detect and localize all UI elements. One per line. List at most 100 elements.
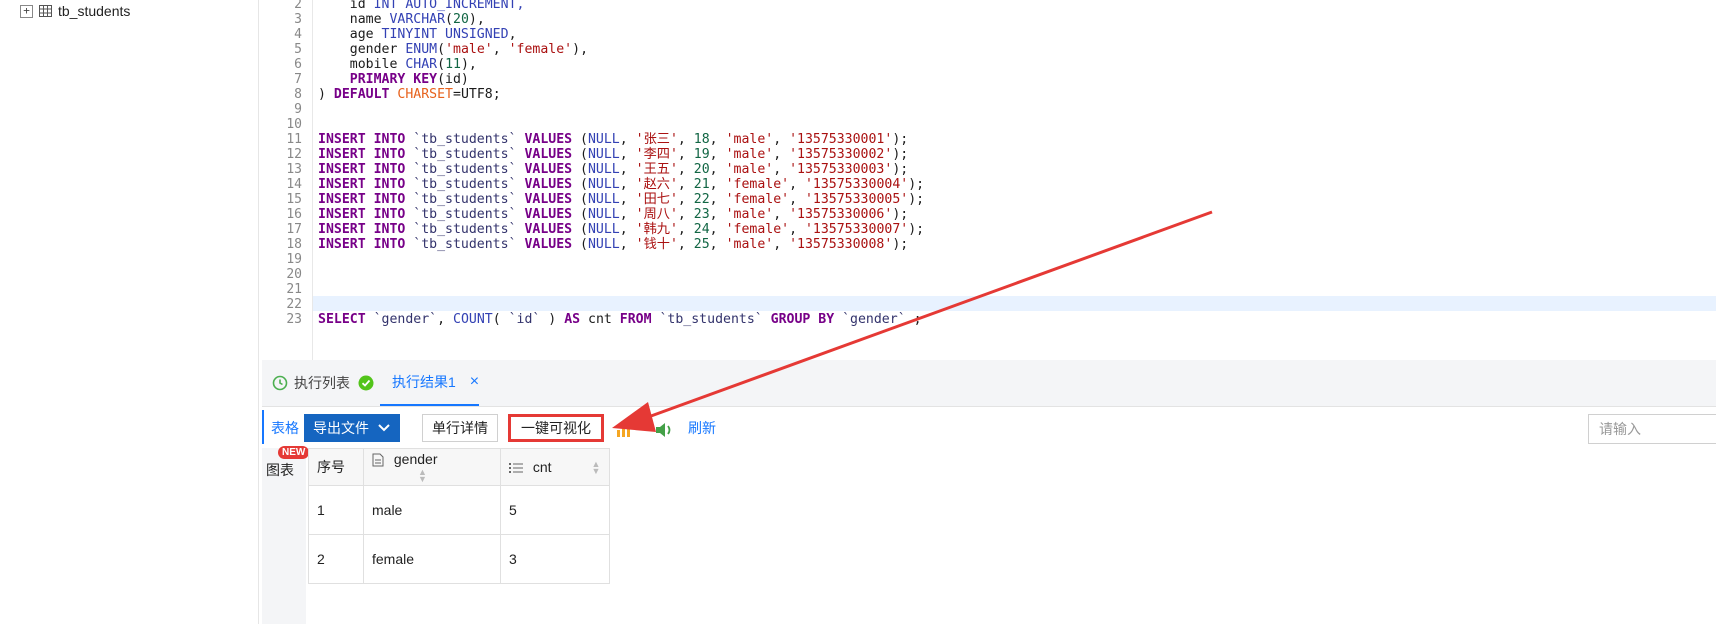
column-header-gender[interactable]: gender ▲ ▼ xyxy=(363,448,501,486)
code-line[interactable]: gender ENUM('male', 'female'), xyxy=(318,42,588,57)
code-token: 25 xyxy=(693,237,710,252)
code-line[interactable]: INSERT INTO `tb_students` VALUES (NULL, … xyxy=(318,222,924,237)
line-number: 12 xyxy=(286,147,302,162)
code-token: , xyxy=(437,312,453,327)
code-token: 'male' xyxy=(725,162,774,177)
code-token: 11 xyxy=(445,57,461,72)
sort-icon[interactable]: ▲ ▼ xyxy=(591,460,600,476)
export-file-button[interactable]: 导出文件 xyxy=(304,414,400,442)
code-token: , xyxy=(773,207,790,222)
code-line[interactable]: INSERT INTO `tb_students` VALUES (NULL, … xyxy=(318,162,908,177)
code-line[interactable]: INSERT INTO `tb_students` VALUES (NULL, … xyxy=(318,132,908,147)
chevron-down-icon xyxy=(378,424,390,432)
tree-item-tb-students[interactable]: + tb_students xyxy=(20,3,130,19)
code-token: id xyxy=(318,0,374,12)
code-token: `tb_students` xyxy=(405,177,525,192)
line-number: 21 xyxy=(286,282,302,297)
code-token: '13575330005' xyxy=(804,192,909,207)
code-token: ), xyxy=(572,42,589,57)
code-token: CHAR xyxy=(405,57,438,72)
one-click-visualize-button[interactable]: 一键可视化 xyxy=(508,414,604,442)
code-token: `gender` xyxy=(834,312,906,327)
code-token: , xyxy=(492,42,509,57)
line-number: 2 xyxy=(294,0,302,12)
code-line[interactable]: INSERT INTO `tb_students` VALUES (NULL, … xyxy=(318,147,908,162)
cell-index[interactable]: 1 xyxy=(308,485,364,535)
code-line[interactable]: ) DEFAULT CHARSET=UTF8; xyxy=(318,87,501,102)
table-header-row: 序号 gender ▲ ▼ cnt ▲ ▼ xyxy=(308,448,610,486)
code-token: 'male' xyxy=(725,147,774,162)
code-token: 'male' xyxy=(725,237,774,252)
code-token: age xyxy=(318,27,382,42)
code-token: ENUM xyxy=(405,42,438,57)
cell-gender[interactable]: female xyxy=(363,534,501,584)
line-number: 17 xyxy=(286,222,302,237)
code-token: ); xyxy=(892,162,909,177)
cell-cnt[interactable]: 3 xyxy=(500,534,610,584)
code-line[interactable]: INSERT INTO `tb_students` VALUES (NULL, … xyxy=(318,237,908,252)
code-token: gender xyxy=(318,42,406,57)
expand-icon[interactable]: + xyxy=(20,4,33,18)
result-search-input[interactable]: 请输入 xyxy=(1588,414,1716,444)
code-token: ); xyxy=(908,222,925,237)
code-token: '田七' xyxy=(635,192,678,207)
line-number: 15 xyxy=(286,192,302,207)
code-token: CHARSET xyxy=(397,87,453,102)
code-line[interactable]: INSERT INTO `tb_students` VALUES (NULL, … xyxy=(318,177,924,192)
cell-cnt[interactable]: 5 xyxy=(500,485,610,535)
tree-item-label: tb_students xyxy=(58,3,131,19)
visualize-chart-icon[interactable] xyxy=(616,422,634,438)
code-token: , xyxy=(789,192,805,207)
code-line[interactable]: name VARCHAR(20), xyxy=(318,12,485,27)
code-token: 'male' xyxy=(725,132,774,147)
table-row[interactable]: 2 female 3 xyxy=(308,534,610,584)
code-token: , xyxy=(773,132,790,147)
code-token: NULL xyxy=(587,162,620,177)
code-token: , xyxy=(619,162,636,177)
code-line[interactable]: id INT AUTO_INCREMENT, xyxy=(318,0,525,12)
single-row-detail-button[interactable]: 单行详情 xyxy=(422,414,498,442)
code-token: cnt xyxy=(580,312,620,327)
code-token: ; xyxy=(905,312,922,327)
code-token: , xyxy=(677,162,694,177)
code-token: 20 xyxy=(453,12,469,27)
line-number: 22 xyxy=(286,297,302,312)
table-row[interactable]: 1 male 5 xyxy=(308,485,610,535)
line-number: 6 xyxy=(294,57,302,72)
code-line[interactable]: mobile CHAR(11), xyxy=(318,57,477,72)
code-token: INT xyxy=(373,0,398,12)
cell-index[interactable]: 2 xyxy=(308,534,364,584)
tab-result-1[interactable]: 执行结果1 × xyxy=(380,360,480,406)
cell-gender[interactable]: male xyxy=(363,485,501,535)
code-token: `tb_students` xyxy=(405,237,525,252)
code-line[interactable]: PRIMARY KEY(id) xyxy=(318,72,469,87)
code-token: SELECT xyxy=(318,312,366,327)
close-icon[interactable]: × xyxy=(470,373,479,391)
code-token: INSERT INTO xyxy=(318,132,406,147)
export-label: 导出文件 xyxy=(313,420,369,436)
code-token: VALUES xyxy=(524,162,573,177)
tab-exec-list[interactable]: 执行列表 xyxy=(272,360,350,406)
sidebar: + tb_students xyxy=(0,0,259,624)
code-token: , xyxy=(789,177,805,192)
code-line[interactable]: age TINYINT UNSIGNED, xyxy=(318,27,517,42)
table-view-button[interactable]: 表格 xyxy=(266,414,304,442)
code-token: NULL xyxy=(587,132,620,147)
code-token: ( xyxy=(572,162,588,177)
speaker-icon[interactable] xyxy=(654,421,674,439)
code-line[interactable]: SELECT `gender`, COUNT( `id` ) AS cnt FR… xyxy=(318,312,922,327)
code-token: `tb_students` xyxy=(405,132,525,147)
code-token: ( xyxy=(572,147,588,162)
table-icon xyxy=(39,5,52,17)
code-token: ( xyxy=(437,57,446,72)
list-column-icon xyxy=(509,463,523,474)
code-token: ); xyxy=(892,207,909,222)
code-line[interactable]: INSERT INTO `tb_students` VALUES (NULL, … xyxy=(318,207,908,222)
column-header-cnt[interactable]: cnt ▲ ▼ xyxy=(500,448,610,486)
refresh-button[interactable]: 刷新 xyxy=(682,414,722,442)
chart-view-tab[interactable]: 图表 xyxy=(266,460,294,480)
sql-editor[interactable]: 2 3 4 5 6 7 8 9 10 11 12 13 14 15 16 17 18 19 20 21 22 23 id … xyxy=(262,0,1716,360)
line-number: 8 xyxy=(294,87,302,102)
code-line[interactable]: INSERT INTO `tb_students` VALUES (NULL, … xyxy=(318,192,924,207)
sort-icon[interactable]: ▲ ▼ xyxy=(418,468,427,484)
